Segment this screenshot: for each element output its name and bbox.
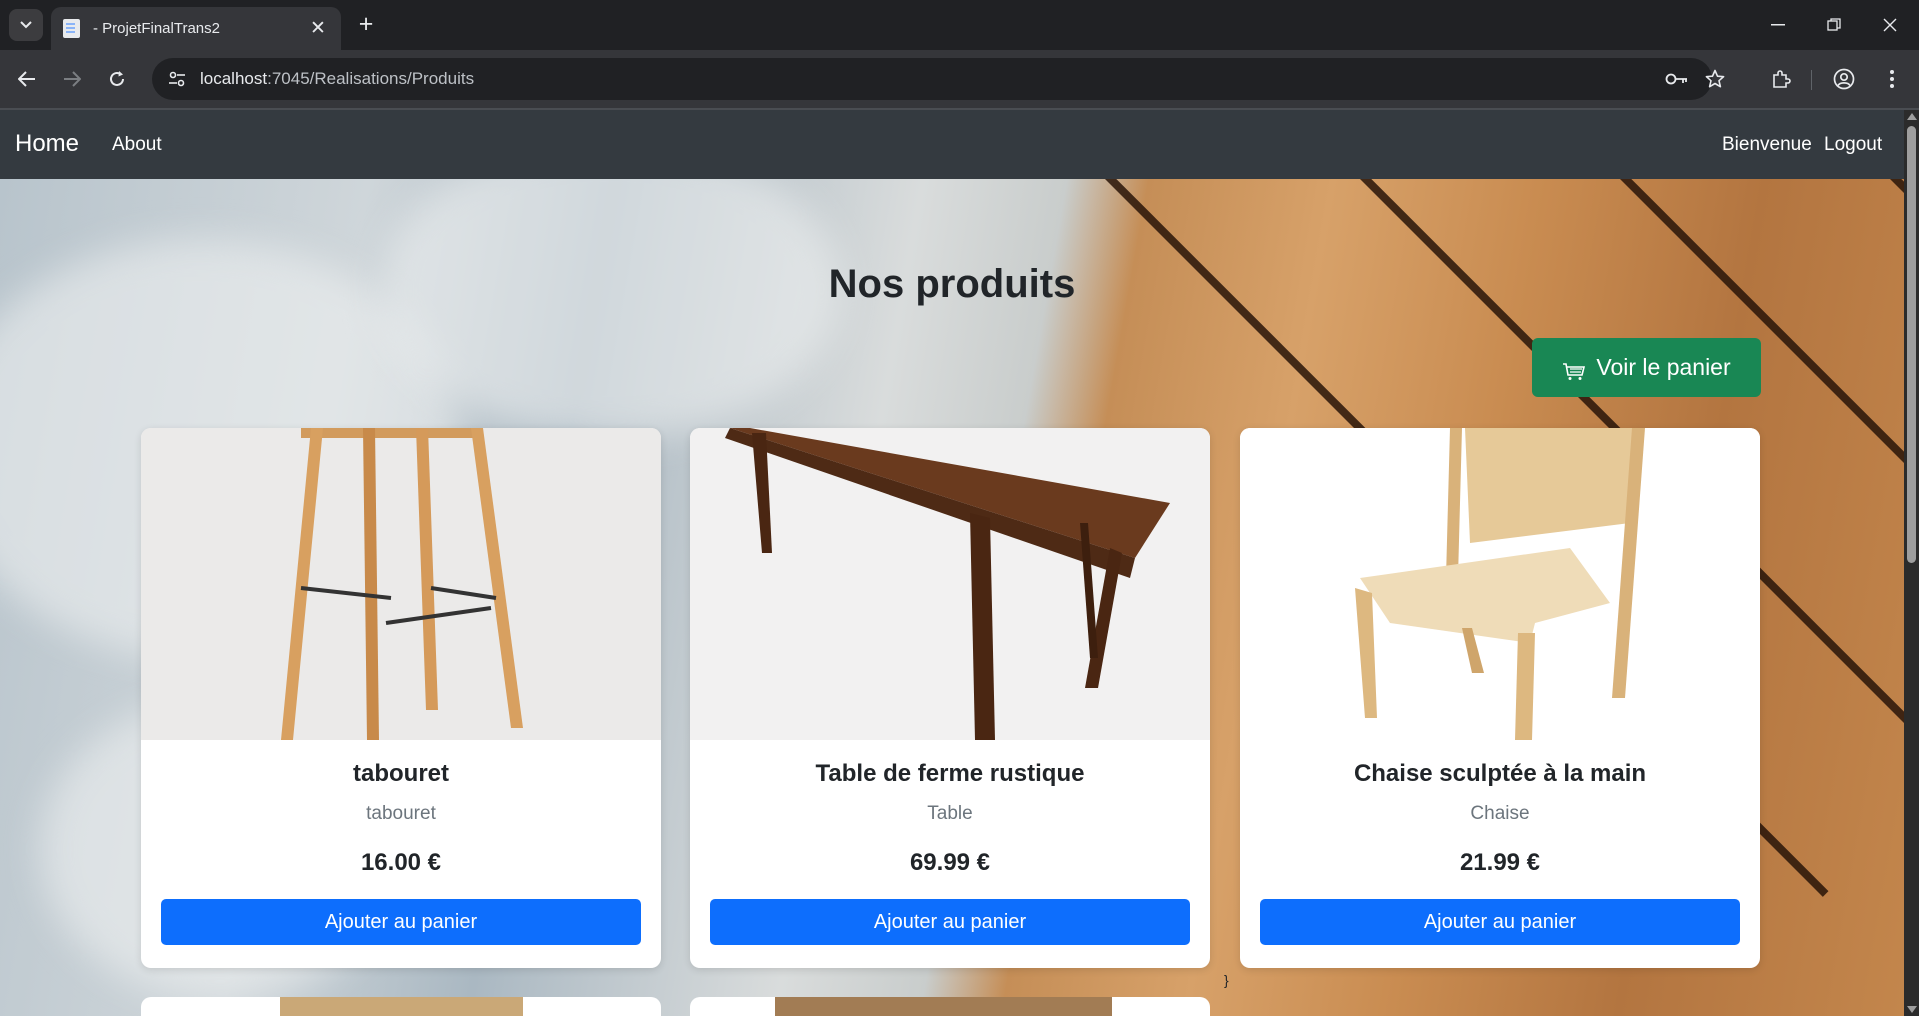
nav-bienvenue-link[interactable]: Bienvenue bbox=[1722, 134, 1812, 156]
address-bar[interactable]: localhost:7045/Realisations/Produits bbox=[152, 58, 1725, 100]
product-image-partial bbox=[775, 997, 1112, 1016]
view-cart-button[interactable]: Voir le panier bbox=[1532, 338, 1761, 397]
url-path: :7045/Realisations/Produits bbox=[267, 69, 475, 88]
nav-home-link[interactable]: Home bbox=[15, 130, 79, 158]
menu-icon[interactable] bbox=[1874, 61, 1910, 97]
favicon-icon bbox=[63, 19, 80, 38]
product-card: Table de ferme rustique Table 69.99 € Aj… bbox=[690, 428, 1210, 968]
url-host: localhost bbox=[200, 69, 268, 88]
site-navbar: Home About Bienvenue Logout bbox=[0, 110, 1904, 179]
scroll-up-icon[interactable] bbox=[1907, 113, 1917, 120]
product-price: 16.00 € bbox=[360, 849, 442, 876]
password-key-icon[interactable] bbox=[1659, 58, 1695, 100]
scroll-down-icon[interactable] bbox=[1907, 1006, 1917, 1013]
cart-icon bbox=[1562, 360, 1586, 380]
page-title: Nos produits bbox=[828, 262, 1076, 306]
scrollbar-thumb[interactable] bbox=[1907, 126, 1916, 563]
product-image-chair bbox=[1240, 428, 1760, 740]
tab-title: - ProjetFinalTrans2 bbox=[93, 20, 220, 37]
site-info-icon[interactable] bbox=[166, 68, 188, 90]
browser-tab[interactable]: - ProjetFinalTrans2 ✕ bbox=[51, 7, 341, 50]
forward-icon[interactable] bbox=[54, 61, 90, 97]
product-name: Chaise sculptée à la main bbox=[1353, 760, 1647, 787]
view-cart-label: Voir le panier bbox=[1596, 354, 1731, 380]
add-to-cart-button[interactable]: Ajouter au panier bbox=[710, 899, 1190, 945]
browser-tabstrip: - ProjetFinalTrans2 ✕ + bbox=[0, 0, 1919, 50]
extensions-icon[interactable] bbox=[1763, 61, 1799, 97]
product-card: tabouret tabouret 16.00 € Ajouter au pan… bbox=[141, 428, 661, 968]
product-name: tabouret bbox=[353, 760, 449, 787]
minimize-icon[interactable] bbox=[1750, 0, 1806, 50]
product-card-partial bbox=[690, 997, 1210, 1016]
product-image-partial bbox=[280, 997, 523, 1016]
product-image-table bbox=[690, 428, 1210, 740]
stray-text: } bbox=[1224, 972, 1229, 988]
nav-logout-link[interactable]: Logout bbox=[1824, 134, 1882, 156]
product-category: Chaise bbox=[1470, 803, 1530, 824]
url-text: localhost:7045/Realisations/Produits bbox=[200, 69, 474, 89]
page-scrollbar[interactable] bbox=[1904, 110, 1919, 1016]
restore-icon[interactable] bbox=[1806, 0, 1862, 50]
back-icon[interactable] bbox=[9, 61, 45, 97]
close-window-icon[interactable] bbox=[1862, 0, 1918, 50]
bookmark-star-icon[interactable] bbox=[1697, 58, 1733, 100]
profile-icon[interactable] bbox=[1826, 61, 1862, 97]
product-image-stool bbox=[141, 428, 661, 740]
toolbar-divider bbox=[1811, 70, 1812, 90]
product-price: 21.99 € bbox=[1459, 849, 1541, 876]
web-page: Home About Bienvenue Logout Nos produits… bbox=[0, 110, 1919, 1016]
tab-search-icon[interactable] bbox=[9, 9, 43, 41]
browser-toolbar: localhost:7045/Realisations/Produits bbox=[0, 50, 1919, 108]
reload-icon[interactable] bbox=[99, 61, 135, 97]
tab-close-icon[interactable]: ✕ bbox=[307, 17, 329, 40]
product-name: Table de ferme rustique bbox=[815, 760, 1085, 787]
nav-about-link[interactable]: About bbox=[112, 134, 162, 156]
new-tab-button[interactable]: + bbox=[352, 10, 380, 38]
product-price: 69.99 € bbox=[909, 849, 991, 876]
product-category: tabouret bbox=[366, 803, 436, 824]
product-category: Table bbox=[927, 803, 973, 824]
add-to-cart-button[interactable]: Ajouter au panier bbox=[1260, 899, 1740, 945]
add-to-cart-button[interactable]: Ajouter au panier bbox=[161, 899, 641, 945]
product-card-partial bbox=[141, 997, 661, 1016]
product-card: Chaise sculptée à la main Chaise 21.99 €… bbox=[1240, 428, 1760, 968]
